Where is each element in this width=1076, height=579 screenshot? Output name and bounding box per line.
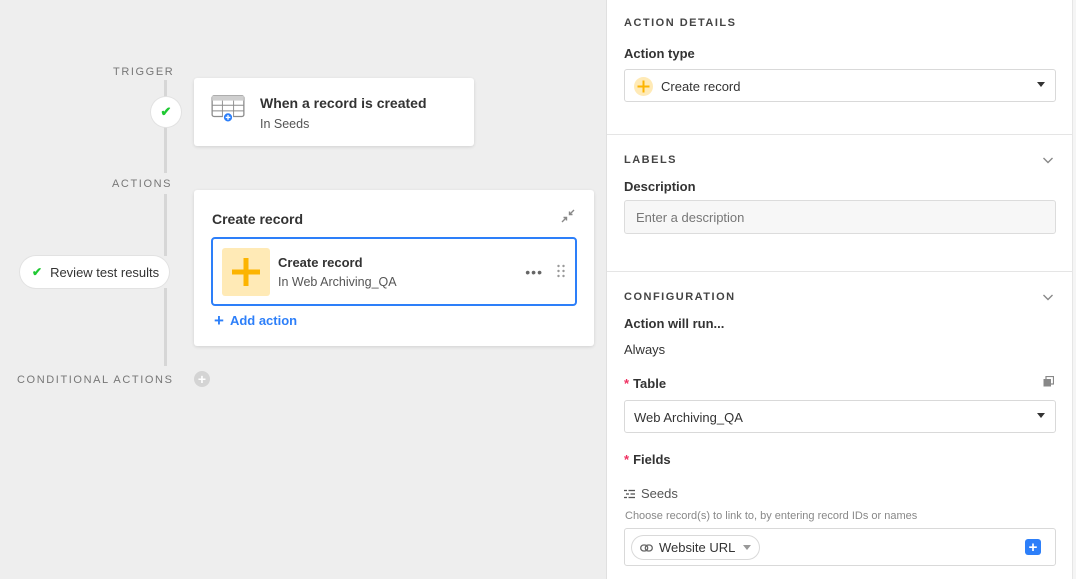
table-select-value: Web Archiving_QA: [634, 410, 743, 425]
action-type-value: Create record: [661, 79, 741, 94]
plus-icon: +: [214, 311, 224, 330]
drag-handle-icon[interactable]: [556, 264, 566, 278]
action-item-name: Create record: [278, 255, 363, 270]
more-options-icon[interactable]: •••: [525, 264, 543, 280]
link-icon: [640, 543, 653, 552]
labels-heading: LABELS: [624, 154, 677, 166]
table-select[interactable]: Web Archiving_QA: [624, 400, 1056, 433]
website-url-token-label: Website URL: [659, 540, 736, 555]
section-divider: [607, 134, 1073, 135]
action-will-run-label: Action will run...: [624, 316, 725, 331]
chevron-down-icon[interactable]: [1042, 291, 1054, 303]
seeds-value-input[interactable]: Website URL +: [624, 528, 1056, 566]
action-details-panel: ACTION DETAILS Action type Create record…: [606, 0, 1073, 579]
action-type-select[interactable]: Create record: [624, 69, 1056, 102]
add-action-label: Add action: [229, 313, 298, 328]
review-test-results-button[interactable]: ✔ Review test results: [20, 256, 170, 288]
seeds-field-label: Seeds: [624, 486, 678, 501]
configuration-heading: CONFIGURATION: [624, 291, 736, 303]
flow-connector-line: [164, 127, 167, 173]
fields-label: * Fields: [624, 452, 671, 467]
required-marker: *: [624, 452, 630, 467]
table-label: * Table: [624, 376, 666, 391]
table-add-icon: [211, 95, 245, 123]
action-item-table-name: In Web Archiving_QA: [278, 275, 397, 289]
add-conditional-action-icon[interactable]: +: [194, 371, 210, 387]
trigger-section-label: TRIGGER: [113, 66, 175, 78]
automation-canvas: TRIGGER ACTIONS CONDITIONAL ACTIONS ✔ Wh…: [0, 0, 606, 579]
trigger-status-check-icon: ✔: [151, 97, 181, 127]
conditional-actions-section-label: CONDITIONAL ACTIONS: [17, 374, 174, 386]
seeds-field-name: Seeds: [641, 486, 678, 501]
action-details-heading: ACTION DETAILS: [624, 17, 737, 29]
section-divider: [607, 271, 1073, 272]
create-record-plus-icon: [634, 77, 653, 96]
add-token-button[interactable]: +: [1025, 539, 1041, 555]
action-type-label: Action type: [624, 46, 695, 61]
description-input[interactable]: [624, 200, 1056, 234]
actions-section-label: ACTIONS: [112, 178, 173, 190]
trigger-table-name: In Seeds: [260, 117, 310, 131]
flow-connector-line: [164, 288, 167, 366]
website-url-token[interactable]: Website URL: [631, 535, 761, 560]
add-action-button[interactable]: + Add action: [214, 312, 297, 329]
action-will-run-value: Always: [624, 342, 666, 357]
required-marker: *: [624, 376, 630, 391]
review-test-results-label: Review test results: [50, 264, 160, 280]
panel-scrollbar[interactable]: [1072, 0, 1076, 579]
actions-card-title: Create record: [212, 211, 304, 227]
collapse-icon[interactable]: [560, 208, 576, 224]
trigger-card[interactable]: When a record is created In Seeds: [194, 78, 474, 146]
trigger-title: When a record is created: [260, 95, 427, 111]
dropdown-caret-icon: [1037, 413, 1045, 418]
flow-connector-line: [164, 194, 167, 256]
chevron-down-icon: [743, 545, 752, 550]
fields-label-text: Fields: [633, 452, 671, 467]
open-table-icon[interactable]: [1043, 376, 1054, 387]
action-item-create-record[interactable]: Create record In Web Archiving_QA •••: [211, 237, 577, 306]
description-label: Description: [624, 179, 696, 194]
actions-card: Create record Create record In Web Archi…: [194, 190, 594, 346]
table-label-text: Table: [633, 376, 667, 391]
chevron-down-icon[interactable]: [1042, 154, 1054, 166]
create-record-plus-icon: [222, 248, 270, 296]
dropdown-caret-icon: [1037, 82, 1045, 87]
linked-record-field-icon: [624, 489, 635, 498]
check-icon: ✔: [32, 265, 43, 279]
seeds-field-hint: Choose record(s) to link to, by entering…: [625, 510, 918, 522]
